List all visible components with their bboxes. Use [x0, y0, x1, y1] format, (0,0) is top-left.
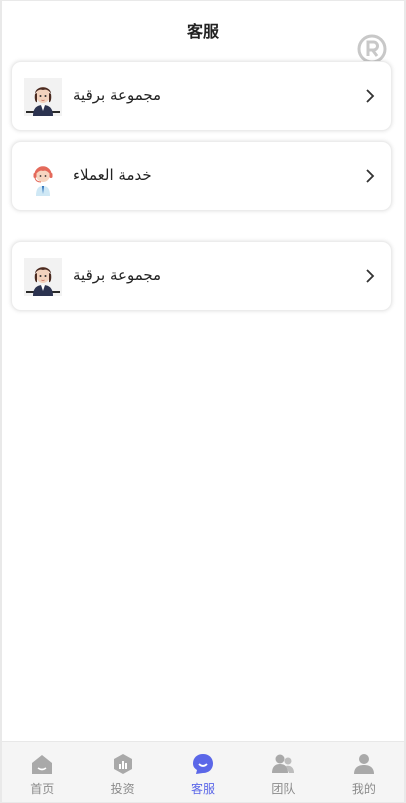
tab-team[interactable]: 团队 — [243, 742, 323, 802]
page-title: 客服 — [186, 22, 219, 41]
agent-avatar-icon — [24, 258, 62, 296]
card-label: مجموعة برقية — [73, 266, 162, 284]
tab-service[interactable]: 客服 — [163, 742, 243, 802]
card-label: خدمة العملاء — [73, 166, 152, 184]
service-icon — [193, 754, 214, 774]
tab-home[interactable]: 首页 — [2, 742, 82, 802]
contact-card-telegram-group-2[interactable]: مجموعة برقية — [11, 241, 392, 311]
home-icon — [32, 755, 53, 774]
chevron-right-icon — [366, 169, 375, 183]
header: 客服 — [2, 1, 404, 64]
app-screen: 客服 مجموعة برقية خدمة العملاء مجموعة برقي… — [2, 1, 404, 802]
tab-label: 首页 — [30, 782, 55, 796]
card-label: مجموعة برقية — [73, 86, 162, 104]
chevron-right-icon — [366, 89, 375, 103]
profile-icon — [353, 754, 374, 774]
bottom-tab-bar: 首页 投资 客服 团队 我的 — [2, 741, 404, 802]
invest-icon — [113, 754, 132, 774]
agent-avatar-icon — [24, 78, 62, 116]
registered-mark-icon — [357, 34, 387, 64]
tab-label: 团队 — [271, 782, 296, 796]
contact-card-customer-service[interactable]: خدمة العملاء — [11, 141, 392, 211]
tab-invest[interactable]: 投资 — [82, 742, 162, 802]
chevron-right-icon — [366, 269, 375, 283]
team-icon — [272, 754, 295, 773]
tab-profile[interactable]: 我的 — [324, 742, 404, 802]
support-headset-avatar-icon — [33, 166, 53, 196]
contact-card-telegram-group-1[interactable]: مجموعة برقية — [11, 61, 392, 131]
tab-label: 投资 — [110, 782, 135, 796]
tab-label: 我的 — [351, 782, 376, 796]
tab-label: 客服 — [191, 782, 216, 796]
